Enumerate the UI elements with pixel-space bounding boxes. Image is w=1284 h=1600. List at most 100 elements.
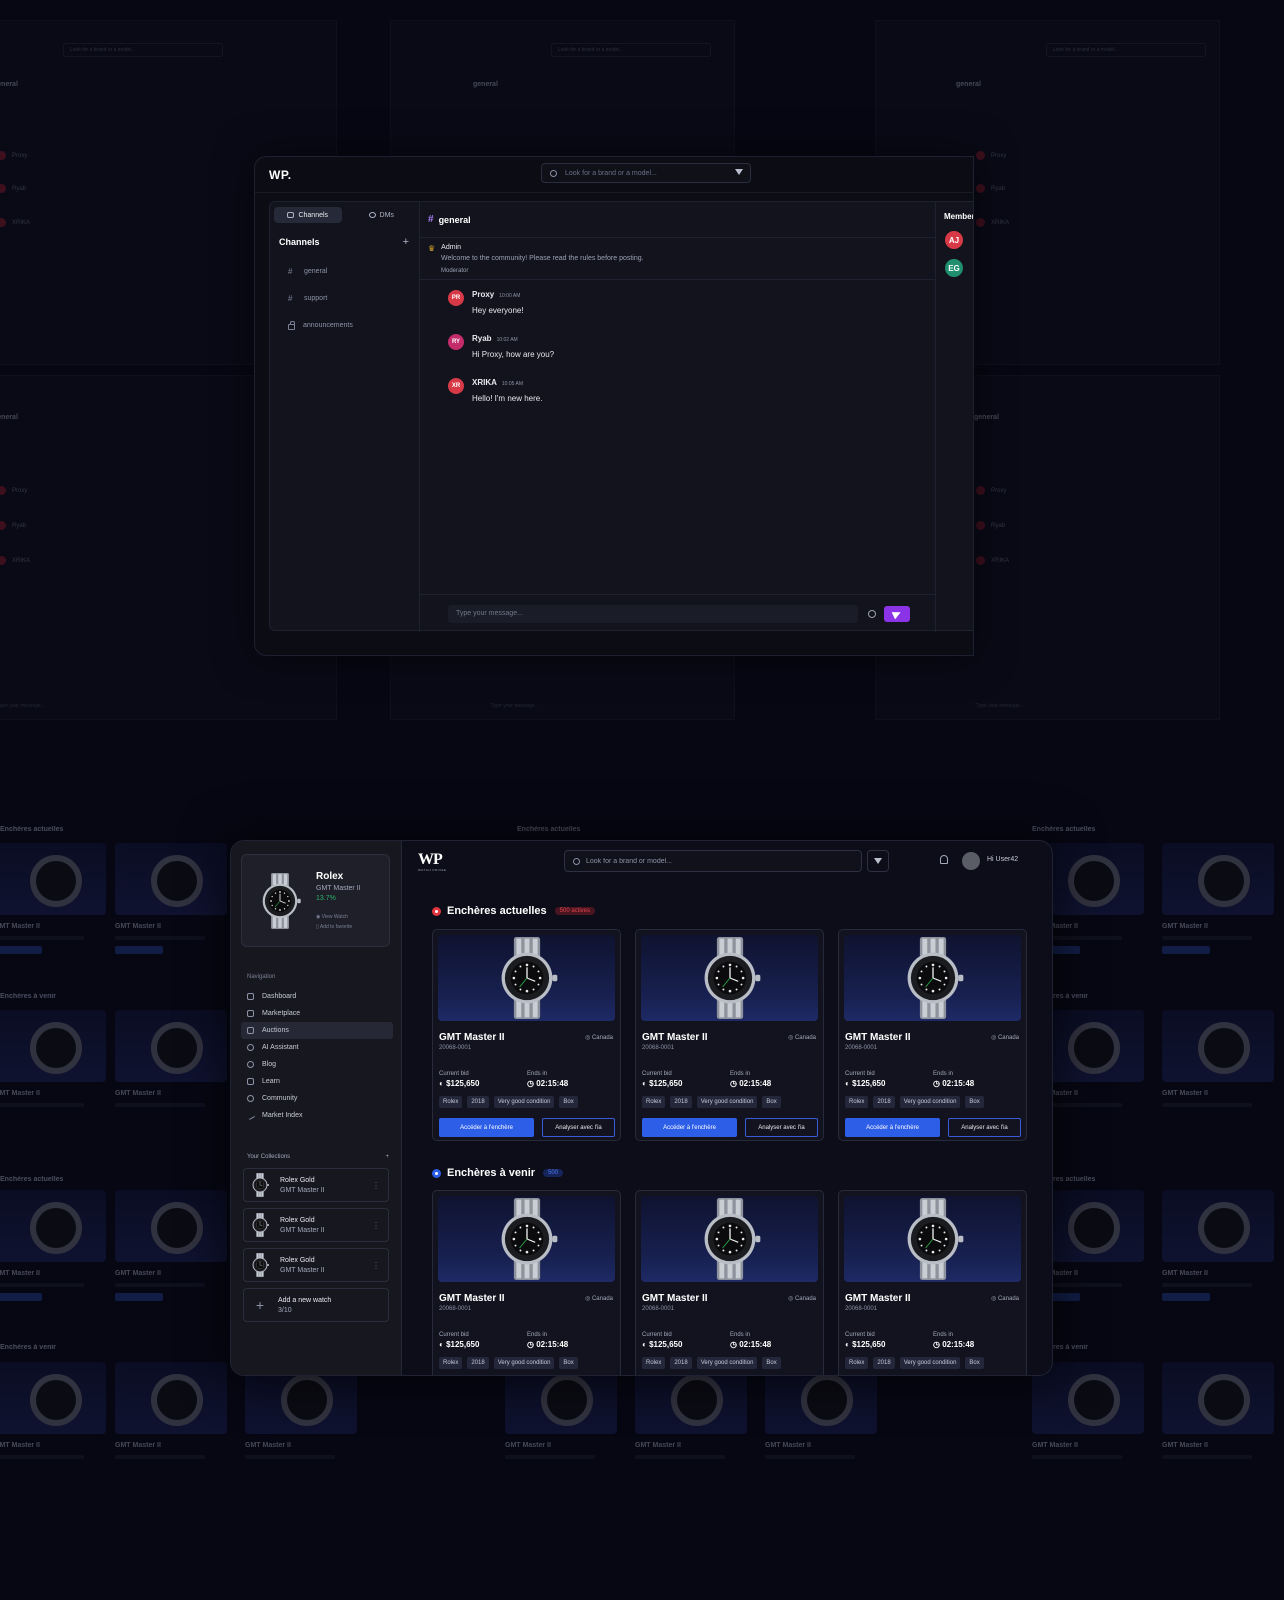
access-auction-button[interactable]: Accéder à l'enchère <box>439 1118 534 1137</box>
ghost-message: XRIKA <box>976 218 1009 227</box>
ghost-watch-card: GMT Master II <box>0 1010 122 1160</box>
sidebar: Rolex GMT Master II 13.7% ◉ View Watch ▯… <box>231 841 402 1375</box>
avatar[interactable]: PR <box>448 290 464 306</box>
auction-card[interactable]: GMT Master II ◎ Canada 20068-0001 Curren… <box>838 1190 1027 1375</box>
message-author[interactable]: Ryab <box>472 334 492 343</box>
user-greeting[interactable]: Hi User42 <box>987 856 1018 863</box>
brand-logo[interactable]: WP <box>418 851 443 869</box>
sidebar-item-market-index[interactable]: Market Index <box>241 1107 393 1124</box>
section-title: Enchères actuelles <box>447 905 547 917</box>
add-watch-button[interactable]: + Add a new watch 3/10 <box>243 1288 389 1322</box>
analyze-ai-button[interactable]: Analyser avec l'ia <box>542 1118 615 1137</box>
ghost-watch-card: GMT Master II <box>245 1362 373 1512</box>
auction-card[interactable]: GMT Master II ◎ Canada 20068-0001 Curren… <box>635 1190 824 1375</box>
hash-icon: # <box>288 267 293 276</box>
sidebar-item-label: Blog <box>262 1061 277 1068</box>
add-channel-icon[interactable]: + <box>403 236 409 248</box>
message-time: 10:05 AM <box>501 381 524 387</box>
collection-item[interactable]: Rolex Gold GMT Master II ⋮ <box>243 1248 389 1282</box>
more-icon[interactable]: ⋮ <box>372 1221 380 1230</box>
card-reference: 20068-0001 <box>642 1306 675 1312</box>
message-author[interactable]: Proxy <box>472 290 494 299</box>
sidebar-nav: Dashboard Marketplace Auctions AI Assist… <box>241 988 393 1124</box>
tag: Very good condition <box>899 1357 961 1369</box>
sidebar-item-learn[interactable]: Learn <box>241 1073 393 1090</box>
bid-label: Current bid <box>642 1071 672 1077</box>
ghost-channel-title: general <box>974 414 999 421</box>
analyze-ai-button[interactable]: Analyser avec l'ia <box>745 1118 818 1137</box>
pinned-role: Moderator <box>441 268 469 274</box>
ghost-search: Look for a brand or a model... <box>63 43 223 57</box>
message-item: PR Proxy 10:00 AM Hey everyone! <box>420 290 935 334</box>
avatar[interactable]: XR <box>448 378 464 394</box>
ghost-message: XRIKA <box>0 218 30 227</box>
member-avatar[interactable]: AJ <box>945 231 963 249</box>
more-icon[interactable]: ⋮ <box>372 1181 380 1190</box>
sidebar-item-community[interactable]: Community <box>241 1090 393 1107</box>
collections-list: Rolex Gold GMT Master II ⋮ Rolex Gold GMT … <box>243 1168 389 1322</box>
tab-label: DMs <box>379 211 394 219</box>
ghost-watch-card: GMT Master II <box>505 1362 633 1512</box>
add-favorite-link[interactable]: ▯ Add to favorite <box>316 924 352 930</box>
send-button[interactable] <box>884 605 910 622</box>
sidebar-item-auctions[interactable]: Auctions <box>241 1022 393 1039</box>
message-item: RY Ryab 10:02 AM Hi Proxy, how are you? <box>420 334 935 378</box>
card-title: GMT Master II <box>642 1032 708 1043</box>
auction-card[interactable]: GMT Master II ◎ Canada 20068-0001 Curren… <box>635 929 824 1141</box>
clock-icon: ◷ <box>933 1340 943 1349</box>
channel-item-announcements[interactable]: announcements <box>270 312 419 339</box>
message-time: 10:02 AM <box>496 337 518 343</box>
sidebar-item-dashboard[interactable]: Dashboard <box>241 988 393 1005</box>
more-icon[interactable]: ⋮ <box>372 1261 380 1270</box>
access-auction-button[interactable]: Accéder à l'enchère <box>845 1118 940 1137</box>
ghost-message: XRIKA <box>0 556 30 565</box>
emoji-icon[interactable] <box>868 609 876 618</box>
tag: Very good condition <box>899 1096 961 1108</box>
message-input[interactable] <box>448 604 858 623</box>
watch-count: 3/10 <box>278 1306 292 1314</box>
sidebar-item-marketplace[interactable]: Marketplace <box>241 1005 393 1022</box>
bell-icon[interactable] <box>940 855 948 864</box>
avatar[interactable]: RY <box>448 334 464 350</box>
tag-list: Rolex 2018 Very good condition Box <box>439 1357 578 1369</box>
channel-item-support[interactable]: # support <box>270 285 419 312</box>
tag-list: Rolex 2018 Very good condition Box <box>845 1096 984 1108</box>
sidebar-item-blog[interactable]: Blog <box>241 1056 393 1073</box>
add-collection-icon[interactable]: + <box>385 1154 389 1160</box>
collection-item[interactable]: Rolex Gold GMT Master II ⋮ <box>243 1168 389 1202</box>
auction-card[interactable]: GMT Master II ◎ Canada 20068-0001 Curren… <box>432 929 621 1141</box>
sidebar-item-ai-assistant[interactable]: AI Assistant <box>241 1039 393 1056</box>
view-watch-link[interactable]: ◉ View Watch <box>316 914 348 920</box>
ghost-watch-card: GMT Master II <box>0 843 122 993</box>
collection-item[interactable]: Rolex Gold GMT Master II ⋮ <box>243 1208 389 1242</box>
access-auction-button[interactable]: Accéder à l'enchère <box>642 1118 737 1137</box>
filter-icon[interactable] <box>735 169 743 175</box>
featured-watch-card[interactable]: Rolex GMT Master II 13.7% ◉ View Watch ▯… <box>241 854 390 947</box>
coin-icon: ◐ <box>439 1340 447 1349</box>
tab-channels[interactable]: Channels <box>274 207 342 223</box>
filter-button[interactable] <box>867 850 889 872</box>
tab-dms[interactable]: DMs <box>348 207 416 223</box>
chat-bubble-icon <box>287 212 295 218</box>
search-input[interactable] <box>586 857 853 865</box>
trend-icon <box>245 1110 256 1121</box>
auction-card[interactable]: GMT Master II ◎ Canada 20068-0001 Curren… <box>838 929 1027 1141</box>
ghost-search: Look for a brand or a model... <box>1046 43 1206 57</box>
search-placeholder: Look for a brand or a model... <box>565 169 657 177</box>
chat-search-bar[interactable]: Look for a brand or a model... <box>541 163 751 183</box>
sidebar-item-label: AI Assistant <box>262 1044 299 1051</box>
app-logo[interactable]: WP. <box>269 168 292 182</box>
clock-icon: ◷ <box>933 1079 943 1088</box>
analyze-ai-button[interactable]: Analyser avec l'ia <box>948 1118 1021 1137</box>
member-avatar[interactable]: EG <box>945 259 963 277</box>
chat-tabs: Channels DMs <box>270 202 419 228</box>
ghost-watch-card: GMT Master II <box>0 1190 122 1340</box>
channel-label: general <box>304 268 328 275</box>
auction-card[interactable]: GMT Master II ◎ Canada 20068-0001 Curren… <box>432 1190 621 1375</box>
tag: Box <box>559 1096 578 1108</box>
channel-item-general[interactable]: # general <box>270 258 419 285</box>
countdown-value: ◷ 02:15:48 <box>933 1079 975 1088</box>
ghost-channel-title: general <box>956 81 981 88</box>
message-author[interactable]: XRIKA <box>472 378 497 387</box>
avatar[interactable] <box>962 852 980 870</box>
